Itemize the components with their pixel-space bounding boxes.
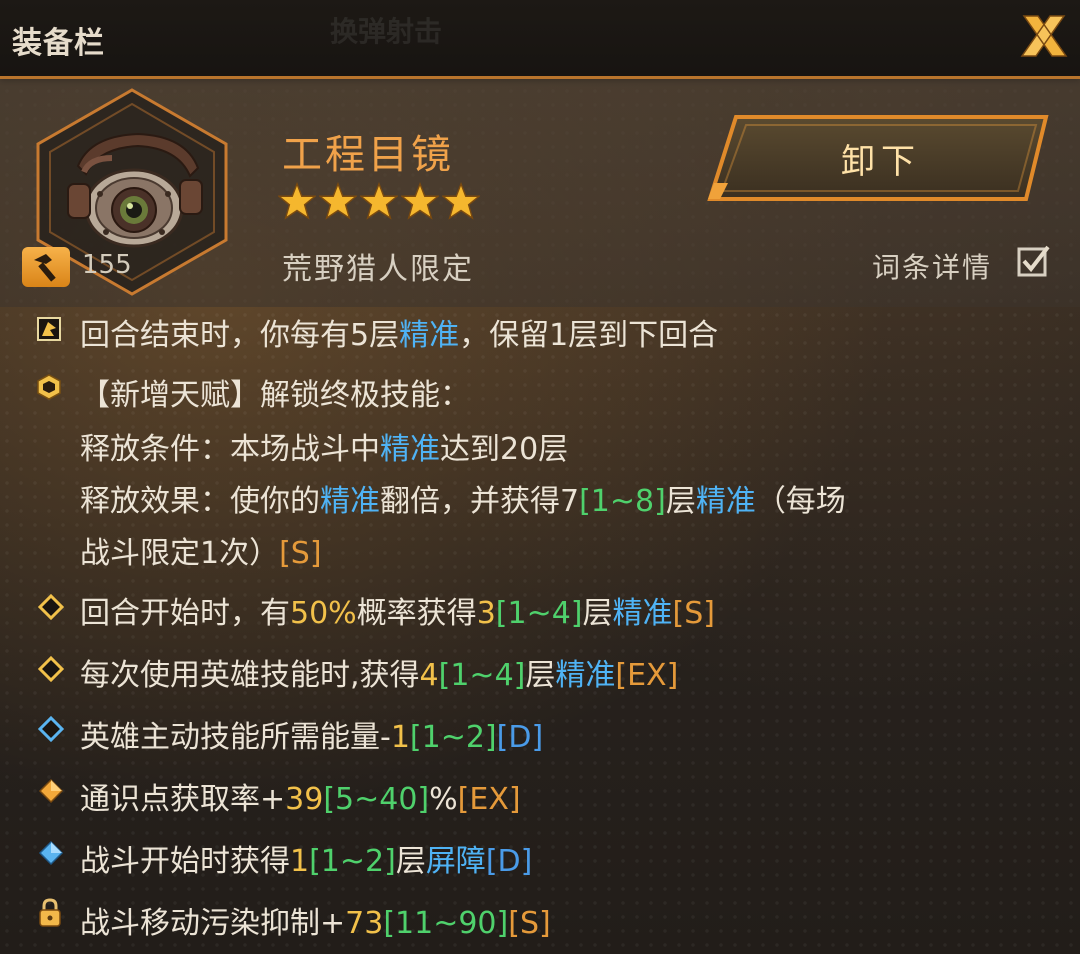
diamond-orange-icon (38, 778, 64, 804)
diamond-blue-icon (38, 716, 64, 742)
diamond-blue-solid-icon (38, 840, 64, 866)
unique-talent-icon (37, 317, 61, 341)
stat-value: 4 (419, 658, 439, 693)
new-talent-icon (37, 374, 61, 400)
goggles-icon (67, 132, 203, 248)
stat-line: 英雄主动技能所需能量-1[1~2][D] (80, 720, 544, 755)
panel-title: 装备栏 (12, 26, 105, 61)
tier-badge: [EX] (457, 782, 521, 817)
value-range: [5~40] (323, 782, 430, 817)
hammer-icon (34, 254, 56, 282)
release-condition-line: 释放条件：本场战斗中精准达到20层 (80, 432, 569, 467)
keyword-precision: 精准 (380, 432, 440, 467)
details-checkbox[interactable] (1016, 244, 1050, 278)
stat-value: 1 (390, 720, 410, 755)
stat-value: 39 (285, 782, 324, 817)
lock-icon (39, 898, 61, 927)
stat-line: 战斗开始时获得1[1~2]层屏障[D] (80, 844, 533, 879)
stat-line: 战斗移动污染抑制+73[11~90][S] (80, 906, 551, 941)
tier-badge: [D] (485, 844, 533, 879)
keyword-precision: 精准 (320, 484, 380, 519)
star-rating (278, 182, 480, 220)
tier-badge: [S] (672, 596, 715, 631)
stat-line: 通识点获取率+39[5~40]%[EX] (80, 782, 521, 817)
keyword-precision: 精准 (612, 596, 673, 631)
item-level: 155 (82, 250, 132, 280)
tier-badge: [S] (508, 906, 551, 941)
stat-line: 回合开始时，有50%概率获得3[1~4]层精准[S] (80, 596, 715, 631)
stat-value: 50% (290, 596, 357, 631)
star-icon (401, 182, 439, 220)
stat-value: 1 (290, 844, 310, 879)
release-effect-line: 释放效果：使你的精准翻倍，并获得7[1~8]层精准（每场 (80, 484, 846, 519)
star-icon (319, 182, 357, 220)
keyword-precision: 精准 (555, 658, 616, 693)
unequip-button[interactable] (706, 113, 1056, 203)
value-range: [11~90] (383, 906, 509, 941)
item-limit-label: 荒野猎人限定 (282, 252, 474, 287)
tier-badge: [D] (496, 720, 544, 755)
star-icon (278, 182, 316, 220)
star-icon (442, 182, 480, 220)
keyword-precision: 精准 (695, 484, 756, 519)
value-range: [1~4] (495, 596, 583, 631)
keyword-barrier: 屏障 (425, 844, 486, 879)
close-icon[interactable] (1016, 10, 1072, 66)
diamond-gold-icon (38, 656, 64, 682)
diamond-gold-icon (38, 594, 64, 620)
value-range: [1~2] (409, 720, 497, 755)
stat-value: 73 (345, 906, 384, 941)
value-range: [1~4] (438, 658, 526, 693)
keyword-precision: 精准 (399, 318, 460, 353)
new-talent-header: 【新增天赋】解锁终极技能： (80, 378, 470, 413)
item-name: 工程目镜 (282, 132, 454, 178)
stat-line: 每次使用英雄技能时,获得4[1~4]层精准[EX] (80, 658, 679, 693)
details-label: 词条详情 (872, 251, 993, 284)
background-skill-text: 换弹射击 (330, 15, 443, 48)
value-range: [1~8] (579, 484, 666, 519)
star-icon (360, 182, 398, 220)
talent-line: 回合结束时，你每有5层精准，保留1层到下回合 (80, 318, 719, 353)
value-range: [1~2] (309, 844, 396, 879)
release-effect-line-2: 战斗限定1次）[S] (80, 536, 322, 571)
header-bar: 装备栏 换弹射击 (0, 0, 1080, 79)
tier-badge: [S] (279, 536, 322, 571)
tier-badge: [EX] (615, 658, 679, 693)
stat-value: 3 (476, 596, 496, 631)
level-badge (22, 247, 70, 287)
